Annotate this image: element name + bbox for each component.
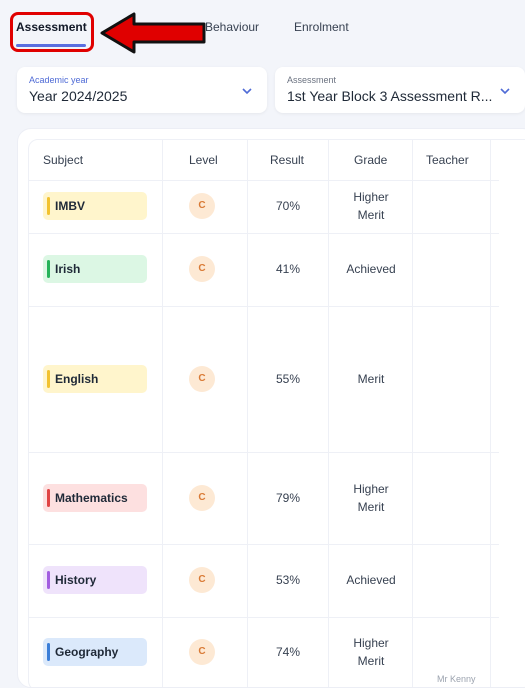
highlight-box	[10, 12, 94, 52]
teacher-name: Mr Kenny	[437, 674, 476, 684]
tab-enrolment[interactable]: Enrolment	[294, 20, 349, 34]
row-divider	[29, 233, 499, 234]
subject-name: IMBV	[55, 199, 85, 213]
grade-line: Merit	[357, 654, 385, 668]
table-row[interactable]: Mathematics C 79% Higher Merit	[29, 482, 499, 514]
header-subject: Subject	[43, 153, 84, 167]
grade-value: Higher Merit	[339, 634, 403, 670]
table-row[interactable]: Irish C 41% Achieved	[29, 255, 499, 283]
subject-chip: Geography	[43, 638, 147, 666]
grade-value: Achieved	[339, 260, 403, 278]
result-value: 41%	[275, 262, 301, 276]
row-divider	[29, 180, 499, 181]
subject-chip: Mathematics	[43, 484, 147, 512]
subject-chip: IMBV	[43, 192, 147, 220]
table-row[interactable]: English C 55% Merit	[29, 365, 499, 393]
grade-line: Merit	[357, 372, 385, 386]
subject-name: Geography	[55, 645, 119, 659]
result-value: 55%	[275, 372, 301, 386]
grade-line: Higher	[353, 636, 389, 650]
result-value: 53%	[275, 573, 301, 587]
subject-name: Irish	[55, 262, 81, 276]
subject-color-bar	[47, 489, 50, 507]
column-divider	[412, 140, 413, 687]
level-badge: C	[189, 485, 215, 511]
row-divider	[29, 306, 499, 307]
column-divider	[247, 140, 248, 687]
assessment-select[interactable]: Assessment 1st Year Block 3 Assessment R…	[275, 67, 525, 113]
subject-name: History	[55, 573, 97, 587]
header-grade: Grade	[354, 153, 388, 167]
level-badge: C	[189, 567, 215, 593]
column-divider	[328, 140, 329, 687]
level-badge: C	[189, 256, 215, 282]
column-divider	[490, 140, 491, 687]
grade-value: Merit	[339, 370, 403, 388]
level-badge: C	[189, 639, 215, 665]
table-row[interactable]: Geography C 74% Higher Merit	[29, 636, 499, 668]
grade-line: Achieved	[346, 573, 396, 587]
column-divider	[162, 140, 163, 687]
subject-chip: History	[43, 566, 147, 594]
academic-year-select[interactable]: Academic year Year 2024/2025	[17, 67, 267, 113]
level-badge: C	[189, 193, 215, 219]
subject-chip: English	[43, 365, 147, 393]
subject-color-bar	[47, 571, 50, 589]
subject-color-bar	[47, 260, 50, 278]
academic-year-label: Academic year	[29, 75, 89, 85]
row-divider	[29, 544, 499, 545]
academic-year-value: Year 2024/2025	[29, 88, 128, 104]
subject-name: English	[55, 372, 99, 386]
result-value: 70%	[275, 199, 301, 213]
subject-color-bar	[47, 643, 50, 661]
grade-line: Higher	[353, 190, 389, 204]
grade-value: Higher Merit	[339, 188, 403, 224]
chevron-down-icon	[242, 88, 252, 95]
assessment-label: Assessment	[287, 75, 337, 85]
chevron-down-icon	[500, 88, 510, 95]
table-row[interactable]: History C 53% Achieved	[29, 566, 499, 594]
grade-line: Merit	[357, 500, 385, 514]
result-value: 79%	[275, 491, 301, 505]
header-result: Result	[270, 153, 305, 167]
assessment-value: 1st Year Block 3 Assessment R...	[287, 88, 493, 104]
table-row[interactable]: IMBV C 70% Higher Merit	[29, 190, 499, 222]
row-divider	[29, 452, 499, 453]
subject-chip: Irish	[43, 255, 147, 283]
grade-line: Achieved	[346, 262, 396, 276]
grade-line: Higher	[353, 482, 389, 496]
subject-name: Mathematics	[55, 491, 128, 505]
header-level: Level	[189, 153, 218, 167]
subject-color-bar	[47, 197, 50, 215]
tab-behaviour[interactable]: Behaviour	[205, 20, 259, 34]
level-badge: C	[189, 366, 215, 392]
subject-color-bar	[47, 370, 50, 388]
grade-value: Achieved	[339, 571, 403, 589]
arrow-left-icon	[100, 12, 206, 54]
results-table: Subject Level Result Grade Teacher IMBV …	[28, 139, 525, 687]
tab-bar: Assessment Behaviour Enrolment	[0, 0, 525, 60]
results-table-card: Subject Level Result Grade Teacher IMBV …	[17, 128, 525, 688]
header-teacher: Teacher	[426, 153, 469, 167]
grade-line: Merit	[357, 208, 385, 222]
row-divider	[29, 617, 499, 618]
result-value: 74%	[275, 645, 301, 659]
grade-value: Higher Merit	[339, 480, 403, 516]
